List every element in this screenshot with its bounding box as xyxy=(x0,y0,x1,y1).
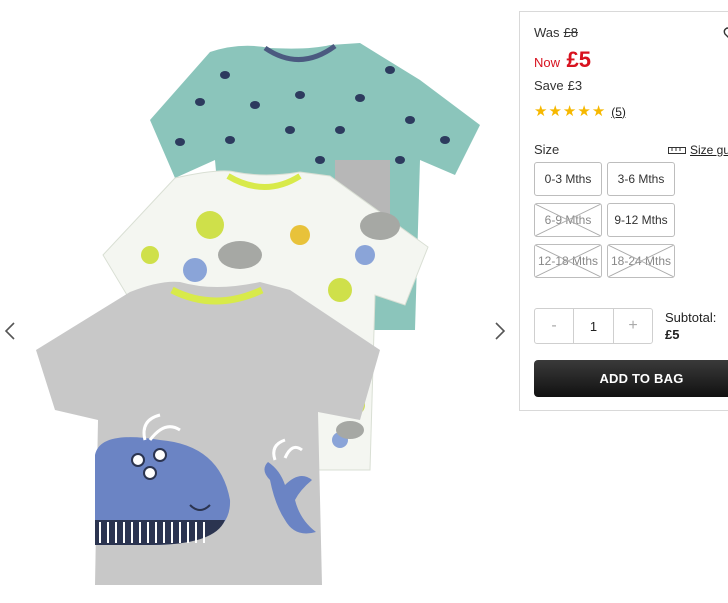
save-amount: Save £3 xyxy=(534,78,582,93)
now-value: £5 xyxy=(566,47,591,72)
quantity-value[interactable]: 1 xyxy=(573,309,614,343)
size-guide-label: Size gu xyxy=(690,143,728,157)
add-to-bag-button[interactable]: ADD TO BAG xyxy=(534,360,728,397)
ruler-icon xyxy=(668,146,686,154)
size-option-label: 0-3 Mths xyxy=(544,172,592,186)
star-icon: ★ xyxy=(562,103,577,120)
size-option-6-9-unavailable[interactable]: 6-9 Mths xyxy=(534,203,602,237)
quantity-increase-button[interactable]: + xyxy=(614,309,652,343)
now-label: Now xyxy=(534,55,561,70)
size-option-18-24-unavailable[interactable]: 18-24 Mths xyxy=(607,244,675,278)
subtotal: Subtotal: £5 xyxy=(665,310,716,342)
was-price: Was £8 xyxy=(534,25,578,40)
size-option-3-6[interactable]: 3-6 Mths xyxy=(607,162,675,196)
purchase-panel: Was £8 Now £5 Save £3 ★ ★ ★ ★ ★ (5) Size S… xyxy=(519,11,728,411)
size-option-0-3[interactable]: 0-3 Mths xyxy=(534,162,602,196)
size-option-9-12[interactable]: 9-12 Mths xyxy=(607,203,675,237)
product-gallery xyxy=(0,0,515,603)
star-icon: ★ xyxy=(577,103,591,120)
size-heading: Size xyxy=(534,142,560,157)
star-rating[interactable]: ★ ★ ★ ★ ★ (5) xyxy=(534,104,626,119)
review-count-link[interactable]: (5) xyxy=(611,105,626,119)
size-option-label: 3-6 Mths xyxy=(617,172,665,186)
size-guide-link[interactable]: Size gu xyxy=(668,143,728,157)
star-icon: ★ xyxy=(534,103,548,120)
star-icon: ★ xyxy=(548,103,562,120)
size-option-12-18-unavailable[interactable]: 12-18 Mths xyxy=(534,244,602,278)
save-value: £3 xyxy=(567,78,583,93)
save-label: Save xyxy=(534,78,564,93)
was-label: Was xyxy=(534,25,560,40)
wishlist-heart-icon[interactable] xyxy=(723,26,728,42)
now-price: Now £5 xyxy=(534,47,591,73)
star-icon: ★ xyxy=(591,103,606,120)
subtotal-value: £5 xyxy=(665,327,680,342)
size-option-label: 9-12 Mths xyxy=(614,213,668,227)
was-value: £8 xyxy=(563,25,578,40)
product-image xyxy=(36,43,480,585)
subtotal-label: Subtotal: xyxy=(665,310,717,325)
quantity-stepper: - 1 + xyxy=(534,308,653,344)
quantity-decrease-button[interactable]: - xyxy=(535,309,573,343)
